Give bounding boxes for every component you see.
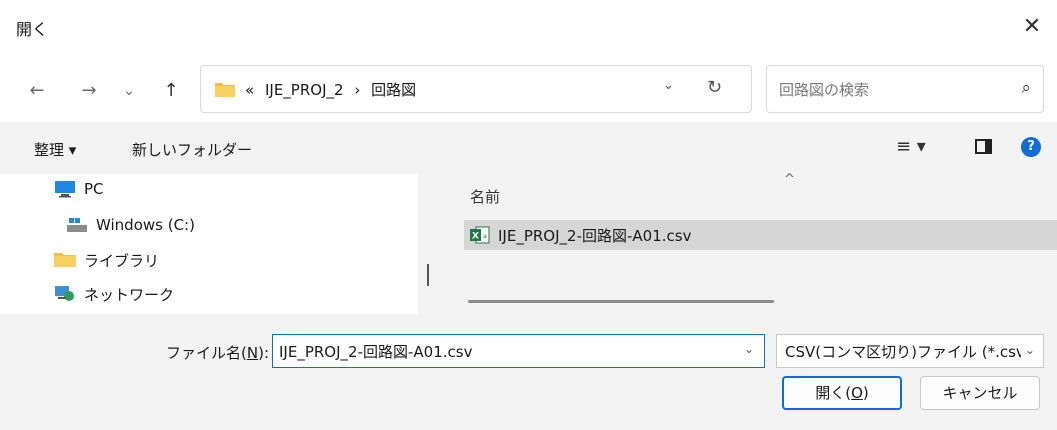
close-icon[interactable]: ✕ [1017, 12, 1047, 42]
new-folder-button[interactable]: 新しいフォルダー [132, 139, 252, 160]
filename-dropdown-chevron-icon[interactable]: ⌄ [744, 342, 754, 356]
folder-icon [215, 83, 235, 97]
breadcrumb-item-project[interactable]: IJE_PROJ_2 [265, 81, 344, 99]
search-icon[interactable]: ⌕ [1021, 78, 1031, 98]
breadcrumb-separator-icon[interactable]: › [354, 81, 360, 99]
back-arrow-icon[interactable]: ← [22, 76, 52, 106]
drive-icon [67, 218, 87, 232]
search-box[interactable]: ⌕ [766, 65, 1044, 113]
help-icon[interactable]: ? [1021, 137, 1041, 157]
svg-text:a: a [483, 233, 487, 240]
window-title: 開く [16, 20, 49, 39]
address-bar[interactable]: « IJE_PROJ_2 › 回路図 ⌄ ↻ [200, 65, 752, 113]
recent-locations-chevron-icon[interactable]: ⌄ [114, 76, 144, 106]
pane-splitter[interactable] [418, 174, 444, 314]
sidebar-item-label: ライブラリ [84, 252, 160, 270]
file-type-value: CSV(コンマ区切り)ファイル (*.csv [785, 343, 1021, 361]
up-arrow-icon[interactable]: ↑ [156, 76, 186, 106]
sidebar-item-label: Windows (C:) [96, 216, 195, 234]
network-icon [55, 286, 74, 301]
open-button[interactable]: 開く(O) [782, 376, 902, 410]
refresh-icon[interactable]: ↻ [707, 77, 722, 98]
splitter-grip[interactable] [427, 264, 429, 286]
view-options-icon[interactable]: ≡ ▾ [896, 136, 926, 157]
sort-ascending-icon: ^ [784, 172, 795, 187]
command-toolbar: 整理 ▾ 新しいフォルダー ≡ ▾ ? [0, 122, 1057, 174]
filename-input[interactable] [279, 340, 719, 362]
filename-label: ファイル名(N): [166, 344, 269, 362]
pc-icon [55, 181, 75, 198]
breadcrumb: « IJE_PROJ_2 › 回路図 [245, 79, 422, 100]
excel-csv-icon: X a [470, 226, 490, 244]
column-header-name[interactable]: 名前 [470, 186, 500, 207]
filename-combobox[interactable]: ⌄ [272, 334, 765, 368]
forward-arrow-icon[interactable]: → [74, 76, 104, 106]
sidebar-item-label: PC [84, 180, 104, 198]
file-name: IJE_PROJ_2-回路図-A01.csv [498, 227, 692, 245]
navigation-pane: PC Windows (C:) ライブラリ ネットワーク [0, 174, 418, 314]
breadcrumb-overflow[interactable]: « [245, 81, 254, 99]
sidebar-item-label: ネットワーク [84, 286, 175, 304]
file-type-chevron-icon[interactable]: ⌄ [1025, 343, 1035, 357]
breadcrumb-item-current[interactable]: 回路図 [371, 81, 416, 99]
cancel-button[interactable]: キャンセル [920, 376, 1040, 410]
organize-button[interactable]: 整理 ▾ [34, 139, 76, 160]
file-type-select[interactable]: CSV(コンマ区切り)ファイル (*.csv ⌄ [776, 334, 1044, 368]
file-row[interactable]: X a IJE_PROJ_2-回路図-A01.csv [464, 220, 1057, 250]
title-bar: 開く ✕ [0, 0, 1057, 58]
navigation-bar: ← → ⌄ ↑ « IJE_PROJ_2 › 回路図 ⌄ ↻ ⌕ [0, 58, 1057, 122]
horizontal-scrollbar[interactable] [468, 300, 774, 303]
search-input[interactable] [779, 78, 999, 102]
address-dropdown-chevron-icon[interactable]: ⌄ [663, 78, 674, 93]
library-icon [54, 253, 76, 267]
svg-text:X: X [472, 232, 479, 242]
file-list-pane: ^ 名前 X a IJE_PROJ_2-回路図-A01.csv [444, 172, 1057, 314]
preview-pane-icon[interactable] [975, 139, 992, 154]
dialog-footer: ファイル名(N): ⌄ CSV(コンマ区切り)ファイル (*.csv ⌄ 開く(… [0, 314, 1057, 430]
